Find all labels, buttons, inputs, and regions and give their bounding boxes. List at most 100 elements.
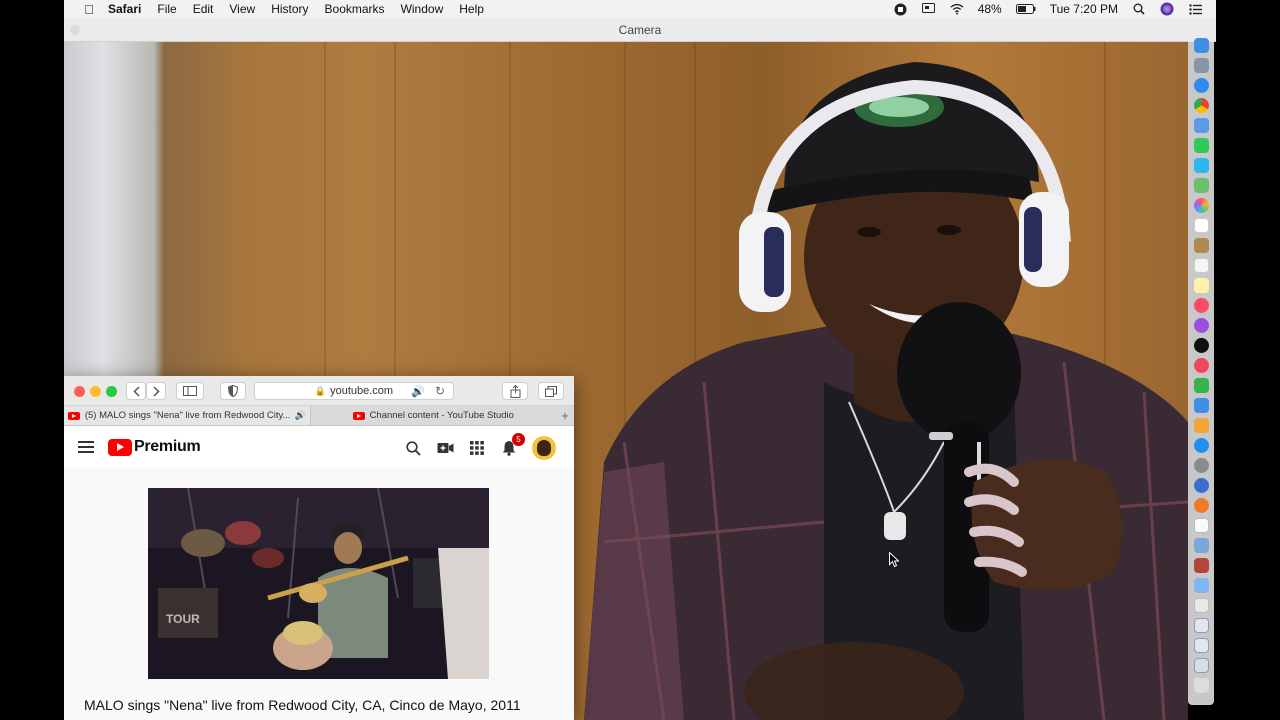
music-icon[interactable] bbox=[1193, 297, 1209, 313]
camera-close-button[interactable] bbox=[70, 25, 80, 35]
menu-edit[interactable]: Edit bbox=[193, 2, 214, 16]
notifications-bell-icon[interactable]: 5 bbox=[500, 433, 525, 457]
menu-view[interactable]: View bbox=[229, 2, 255, 16]
back-button[interactable] bbox=[126, 382, 146, 400]
lock-icon: 🔒 bbox=[314, 385, 327, 396]
zoom-window-button[interactable] bbox=[106, 386, 117, 397]
apps-grid-icon[interactable] bbox=[468, 439, 486, 457]
chrome-icon[interactable] bbox=[1193, 97, 1209, 113]
mouse-cursor-icon bbox=[889, 552, 899, 568]
news-icon[interactable] bbox=[1193, 357, 1209, 373]
minimized-window-2-icon[interactable] bbox=[1193, 657, 1209, 673]
apple-tv-icon[interactable] bbox=[1193, 337, 1209, 353]
maps-icon[interactable] bbox=[1193, 177, 1209, 193]
audio-playing-icon[interactable]: 🔊 bbox=[294, 410, 305, 421]
tab-bar: (5) MALO sings "Nena" live from Redwood … bbox=[64, 406, 574, 426]
system-preferences-icon[interactable] bbox=[1193, 457, 1209, 473]
minimize-window-button[interactable] bbox=[90, 386, 101, 397]
create-video-icon[interactable] bbox=[436, 439, 454, 457]
podcasts-icon[interactable] bbox=[1193, 317, 1209, 333]
record-icon[interactable] bbox=[894, 2, 908, 16]
preview-icon[interactable] bbox=[1193, 537, 1209, 553]
menu-file[interactable]: File bbox=[157, 2, 176, 16]
menu-bookmarks[interactable]: Bookmarks bbox=[325, 2, 385, 16]
safari-toolbar: 🔒 youtube.com 🔊 ↻ bbox=[64, 376, 574, 406]
logo-text: Premium bbox=[134, 438, 201, 455]
photo-booth-icon[interactable] bbox=[1193, 497, 1209, 513]
new-tab-button[interactable]: + bbox=[556, 406, 574, 425]
quicktime-icon[interactable] bbox=[1193, 477, 1209, 493]
minimized-window-icon[interactable] bbox=[1193, 637, 1209, 653]
finder-icon[interactable] bbox=[1193, 37, 1209, 53]
spotlight-search-icon[interactable] bbox=[1132, 2, 1146, 16]
screen:  Safari File Edit View History Bookmark… bbox=[0, 0, 1280, 720]
window-icon[interactable] bbox=[1193, 617, 1209, 633]
forward-button[interactable] bbox=[146, 382, 166, 400]
youtube-premium-logo[interactable]: Premium bbox=[108, 438, 201, 456]
youtube-header: Premium 5 bbox=[64, 426, 574, 468]
document-icon[interactable] bbox=[1193, 597, 1209, 613]
textedit-icon[interactable] bbox=[1193, 517, 1209, 533]
address-bar-url: youtube.com bbox=[330, 385, 394, 397]
video-player[interactable]: TOUR bbox=[148, 488, 489, 679]
address-bar[interactable]: 🔒 youtube.com 🔊 ↻ bbox=[254, 382, 454, 400]
youtube-logo-icon bbox=[108, 438, 132, 456]
reminders-icon[interactable] bbox=[1193, 257, 1209, 273]
close-window-button[interactable] bbox=[74, 386, 85, 397]
calendar-icon[interactable] bbox=[1193, 217, 1209, 233]
youtube-watch-page: TOUR MALO sings "Nena" live from Redwood… bbox=[64, 468, 574, 720]
camera-titlebar[interactable]: Camera bbox=[64, 18, 1216, 42]
mail-icon[interactable] bbox=[1193, 117, 1209, 133]
display-icon[interactable] bbox=[922, 2, 936, 16]
menu-bar:  Safari File Edit View History Bookmark… bbox=[64, 0, 1216, 18]
app-store-icon[interactable] bbox=[1193, 437, 1209, 453]
photos-icon[interactable] bbox=[1193, 197, 1209, 213]
numbers-icon[interactable] bbox=[1193, 377, 1209, 393]
tab-malo-video[interactable]: (5) MALO sings "Nena" live from Redwood … bbox=[64, 406, 310, 425]
menu-window[interactable]: Window bbox=[401, 2, 444, 16]
sidebar-icon bbox=[183, 386, 197, 396]
clock[interactable]: Tue 7:20 PM bbox=[1050, 2, 1118, 16]
svg-text:TOUR: TOUR bbox=[166, 612, 200, 626]
menu-history[interactable]: History bbox=[271, 2, 308, 16]
tabs-icon bbox=[545, 385, 557, 397]
safari-icon[interactable] bbox=[1193, 77, 1209, 93]
tab-label: (5) MALO sings "Nena" live from Redwood … bbox=[84, 410, 291, 421]
wifi-icon[interactable] bbox=[950, 2, 964, 16]
photo-app-icon[interactable] bbox=[1193, 557, 1209, 573]
messages-icon[interactable] bbox=[1193, 137, 1209, 153]
battery-icon[interactable] bbox=[1015, 2, 1036, 16]
launchpad-icon[interactable] bbox=[1193, 57, 1209, 73]
share-button[interactable] bbox=[502, 382, 528, 400]
dock bbox=[1188, 33, 1214, 705]
tab-label: Channel content - YouTube Studio bbox=[369, 410, 514, 421]
hamburger-menu-icon[interactable] bbox=[78, 441, 94, 453]
search-icon[interactable] bbox=[404, 439, 422, 457]
menu-help[interactable]: Help bbox=[459, 2, 484, 16]
notification-count-badge: 5 bbox=[512, 433, 525, 446]
trash-icon[interactable] bbox=[1193, 677, 1209, 693]
battery-percent: 48% bbox=[977, 2, 1002, 16]
reload-icon[interactable]: ↻ bbox=[435, 384, 445, 398]
downloads-folder-icon[interactable] bbox=[1193, 577, 1209, 593]
privacy-report-button[interactable] bbox=[220, 382, 246, 400]
tab-youtube-studio[interactable]: Channel content - YouTube Studio bbox=[309, 406, 557, 425]
shield-icon bbox=[228, 385, 238, 397]
notification-center-icon[interactable] bbox=[1188, 2, 1202, 16]
account-avatar[interactable] bbox=[532, 436, 556, 460]
notes-folder-icon[interactable] bbox=[1193, 237, 1209, 253]
youtube-favicon-icon bbox=[352, 411, 365, 420]
facetime-icon[interactable] bbox=[1193, 157, 1209, 173]
notes-icon[interactable] bbox=[1193, 277, 1209, 293]
video-title[interactable]: MALO sings "Nena" live from Redwood City… bbox=[84, 697, 521, 713]
siri-icon[interactable] bbox=[1160, 2, 1174, 16]
pages-icon[interactable] bbox=[1193, 417, 1209, 433]
keynote-icon[interactable] bbox=[1193, 397, 1209, 413]
menu-app-name[interactable]: Safari bbox=[108, 2, 141, 16]
youtube-favicon-icon bbox=[67, 411, 80, 420]
camera-window-title: Camera bbox=[618, 22, 662, 37]
sidebar-toggle-button[interactable] bbox=[176, 382, 204, 400]
speaker-icon[interactable]: 🔊 bbox=[411, 385, 425, 398]
tab-overview-button[interactable] bbox=[538, 382, 564, 400]
apple-menu-icon[interactable]:  bbox=[78, 2, 100, 17]
